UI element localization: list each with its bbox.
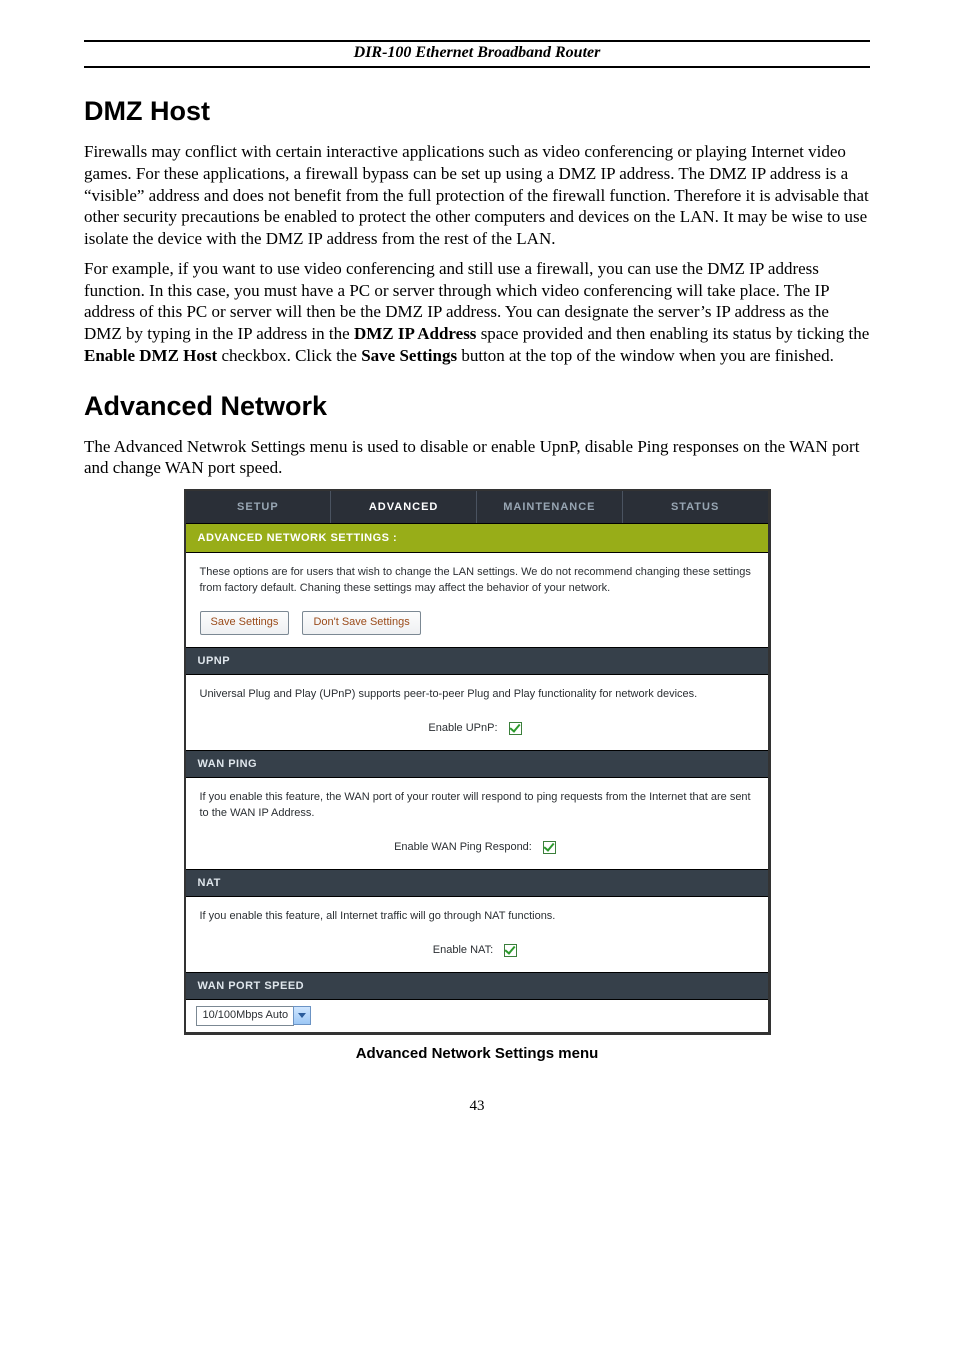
bold-enable-dmz-host: Enable DMZ Host (84, 346, 217, 365)
heading-dmz-host: DMZ Host (84, 96, 870, 127)
wan-ping-text: If you enable this feature, the WAN port… (200, 790, 754, 822)
tab-status[interactable]: STATUS (623, 491, 768, 523)
wan-port-speed-band: WAN PORT SPEED (186, 972, 768, 999)
nat-band: NAT (186, 869, 768, 896)
nat-panel: If you enable this feature, all Internet… (186, 896, 768, 972)
heading-advanced-network: Advanced Network (84, 391, 870, 422)
wan-ping-label: Enable WAN Ping Respond: (394, 841, 532, 853)
bold-dmz-ip-address: DMZ IP Address (354, 324, 477, 343)
nat-row: Enable NAT: (200, 941, 754, 960)
wan-ping-panel: If you enable this feature, the WAN port… (186, 777, 768, 869)
intro-panel: These options are for users that wish to… (186, 552, 768, 647)
dmz-paragraph-1: Firewalls may conflict with certain inte… (84, 141, 870, 250)
text-fragment: space provided and then enabling its sta… (476, 324, 869, 343)
nat-text: If you enable this feature, all Internet… (200, 909, 754, 925)
save-settings-button[interactable]: Save Settings (200, 611, 290, 635)
wan-port-speed-select[interactable]: 10/100Mbps Auto (196, 1006, 312, 1026)
upnp-row: Enable UPnP: (200, 719, 754, 738)
header-rule-top (84, 40, 870, 42)
text-fragment: button at the top of the window when you… (457, 346, 834, 365)
upnp-text: Universal Plug and Play (UPnP) supports … (200, 687, 754, 703)
figure-caption: Advanced Network Settings menu (84, 1045, 870, 1062)
top-tabs: SETUP ADVANCED MAINTENANCE STATUS (186, 491, 768, 523)
enable-upnp-checkbox[interactable] (509, 722, 522, 735)
nat-label: Enable NAT: (433, 944, 493, 956)
upnp-label: Enable UPnP: (428, 722, 497, 734)
enable-wan-ping-checkbox[interactable] (543, 841, 556, 854)
chevron-down-icon (293, 1006, 311, 1025)
tab-advanced[interactable]: ADVANCED (331, 491, 477, 523)
intro-text: These options are for users that wish to… (200, 565, 754, 597)
dmz-paragraph-2: For example, if you want to use video co… (84, 258, 870, 367)
tab-maintenance[interactable]: MAINTENANCE (477, 491, 623, 523)
button-row: Save Settings Don't Save Settings (200, 611, 754, 635)
dont-save-settings-button[interactable]: Don't Save Settings (302, 611, 420, 635)
tab-setup[interactable]: SETUP (186, 491, 332, 523)
wan-port-speed-panel: 10/100Mbps Auto (186, 999, 768, 1032)
section-title-band: ADVANCED NETWORK SETTINGS : (186, 523, 768, 552)
enable-nat-checkbox[interactable] (504, 944, 517, 957)
bold-save-settings: Save Settings (361, 346, 457, 365)
page-root: DIR-100 Ethernet Broadband Router DMZ Ho… (0, 0, 954, 1175)
upnp-panel: Universal Plug and Play (UPnP) supports … (186, 674, 768, 750)
text-fragment: checkbox. Click the (217, 346, 361, 365)
router-screenshot: SETUP ADVANCED MAINTENANCE STATUS ADVANC… (184, 489, 771, 1035)
upnp-band: UPNP (186, 647, 768, 674)
page-number: 43 (84, 1098, 870, 1115)
advanced-intro: The Advanced Netwrok Settings menu is us… (84, 436, 870, 480)
wan-port-speed-value: 10/100Mbps Auto (196, 1006, 295, 1026)
page-header: DIR-100 Ethernet Broadband Router (84, 44, 870, 68)
wan-ping-band: WAN PING (186, 750, 768, 777)
wan-ping-row: Enable WAN Ping Respond: (200, 838, 754, 857)
